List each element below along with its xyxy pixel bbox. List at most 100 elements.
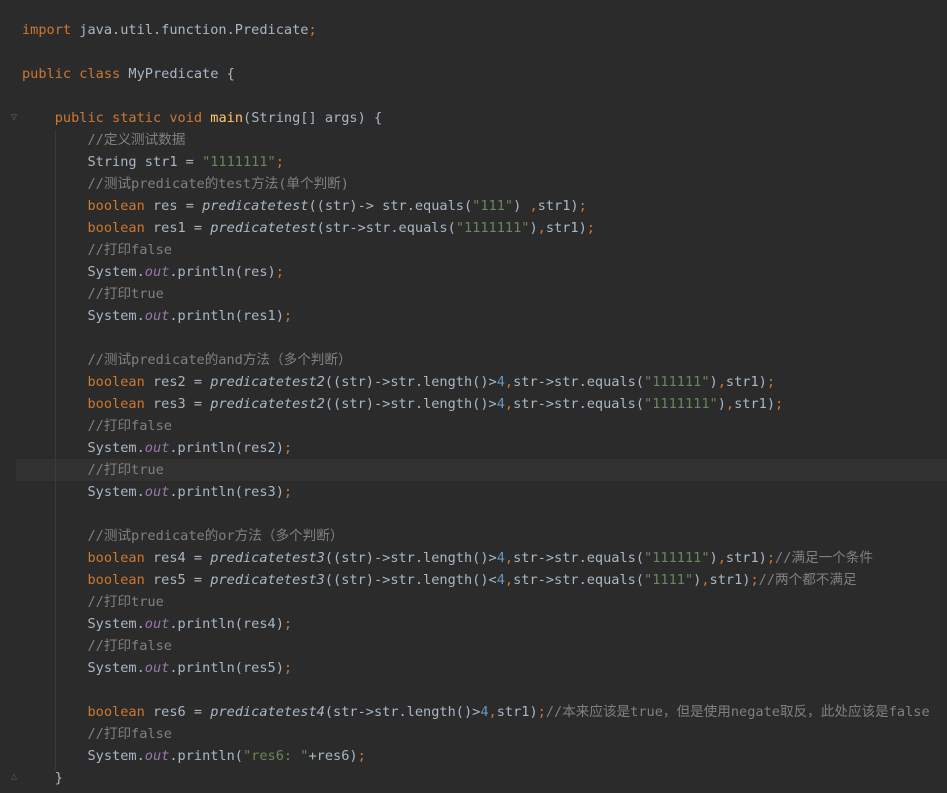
code-token: res2 = [144, 374, 211, 390]
code-line[interactable]: boolean res5 = predicatetest3((str)->str… [22, 569, 856, 591]
code-line[interactable]: public class MyPredicate { [22, 63, 235, 85]
code-token: , [504, 550, 514, 566]
code-line[interactable]: //测试predicate的and方法（多个判断） [22, 349, 352, 371]
code-line[interactable]: String str1 = "1111111"; [22, 151, 283, 173]
code-line[interactable]: public static void main(String[] args) { [22, 107, 382, 129]
code-token: boolean [87, 572, 145, 588]
fold-marker-icon[interactable]: ▽ [10, 113, 18, 123]
code-token: predicatetest3 [210, 550, 325, 566]
code-token: out [144, 484, 170, 500]
code-token: ((str)->str.length()> [324, 374, 497, 390]
code-line[interactable]: System.out.println(res); [22, 261, 283, 283]
code-token: res3 = [144, 396, 211, 412]
code-line[interactable]: //打印false [22, 239, 172, 261]
code-token: predicatetest4 [210, 704, 325, 720]
code-line[interactable]: //定义测试数据 [22, 129, 185, 151]
code-line[interactable]: //打印true [22, 283, 164, 305]
code-token: boolean [87, 396, 145, 412]
code-token: str->str.equals( [513, 396, 645, 412]
code-token: , [725, 396, 735, 412]
code-token: ; [283, 440, 293, 456]
code-token: String str1 = [22, 154, 203, 170]
code-token: "111111" [644, 550, 710, 566]
code-token: public static void [54, 110, 203, 126]
code-line[interactable]: boolean res = predicatetest((str)-> str.… [22, 195, 587, 217]
code-token: ((str)->str.length()> [324, 550, 497, 566]
code-token: System. [22, 660, 145, 676]
code-token: "1111" [644, 572, 694, 588]
code-token: ; [766, 374, 776, 390]
code-token: boolean [87, 198, 145, 214]
code-token: boolean [87, 220, 145, 236]
code-token: predicatetest2 [210, 374, 325, 390]
code-token: str->str.equals( [513, 374, 645, 390]
code-line[interactable]: System.out.println(res1); [22, 305, 292, 327]
code-token: ) [717, 396, 726, 412]
code-line[interactable]: boolean res6 = predicatetest4(str->str.l… [22, 701, 930, 723]
code-token: import [22, 22, 72, 38]
code-token: //本来应该是true，但是使用negate取反，此处应该是false [545, 704, 930, 720]
code-token: //测试predicate的and方法（多个判断） [87, 352, 352, 368]
code-line[interactable]: //打印false [22, 415, 171, 437]
code-token: MyPredicate { [120, 66, 235, 82]
code-line[interactable]: //测试predicate的or方法（多个判断） [22, 525, 343, 547]
code-line[interactable]: //打印false [22, 635, 171, 657]
code-token: System. [22, 748, 145, 764]
code-line[interactable]: //打印false [22, 723, 171, 745]
code-token: //测试predicate的test方法(单个判断) [87, 176, 349, 192]
code-line[interactable]: import java.util.function.Predicate; [22, 19, 317, 41]
code-token: 4 [496, 572, 505, 588]
code-token: //定义测试数据 [87, 132, 186, 148]
code-line[interactable]: System.out.println("res6: "+res6); [22, 745, 365, 767]
code-line[interactable]: System.out.println(res5); [22, 657, 292, 679]
code-line[interactable]: boolean res3 = predicatetest2((str)->str… [22, 393, 783, 415]
code-token: ((str)-> str.equals( [308, 198, 473, 214]
code-line[interactable]: System.out.println(res3); [22, 481, 292, 503]
code-line[interactable]: //打印true [22, 459, 163, 481]
code-token: , [504, 572, 514, 588]
code-token: ; [283, 484, 293, 500]
code-token: boolean [87, 374, 145, 390]
code-token: .println(res2) [169, 440, 284, 456]
code-line[interactable]: boolean res2 = predicatetest2((str)->str… [22, 371, 775, 393]
fold-end-marker-icon[interactable]: △ [10, 772, 18, 782]
code-token: System. [22, 308, 145, 324]
code-token: ; [283, 616, 293, 632]
code-token: } [22, 770, 63, 786]
code-token: (str->str.length()> [324, 704, 481, 720]
code-token: , [717, 550, 726, 566]
code-token: //打印true [87, 286, 164, 302]
code-token: System. [22, 616, 145, 632]
code-token: .println(res3) [169, 484, 284, 500]
code-line[interactable]: } [22, 767, 63, 789]
code-token: ; [283, 660, 293, 676]
code-token: main [210, 110, 244, 126]
code-token: out [144, 440, 170, 456]
code-token: res4 = [144, 550, 211, 566]
code-token: public class [22, 66, 121, 82]
code-line[interactable]: System.out.println(res4); [22, 613, 292, 635]
code-token: , [529, 198, 538, 214]
code-token: , [504, 374, 514, 390]
code-token: predicatetest3 [210, 572, 325, 588]
code-line[interactable]: boolean res1 = predicatetest(str->str.eq… [22, 217, 594, 239]
code-token: .println( [169, 748, 243, 764]
code-editor[interactable]: ▽ △ import java.util.function.Predicate;… [0, 0, 947, 793]
code-token: //打印false [87, 242, 172, 258]
code-token: java.util.function.Predicate [71, 22, 309, 38]
code-token: out [144, 264, 170, 280]
code-line[interactable]: System.out.println(res2); [22, 437, 292, 459]
code-line[interactable]: //测试predicate的test方法(单个判断) [22, 173, 349, 195]
code-token: boolean [87, 550, 145, 566]
code-token: +res6) [308, 748, 358, 764]
code-line[interactable]: //打印true [22, 591, 163, 613]
code-line[interactable]: boolean res4 = predicatetest3((str)->str… [22, 547, 872, 569]
code-token: ; [578, 198, 587, 214]
